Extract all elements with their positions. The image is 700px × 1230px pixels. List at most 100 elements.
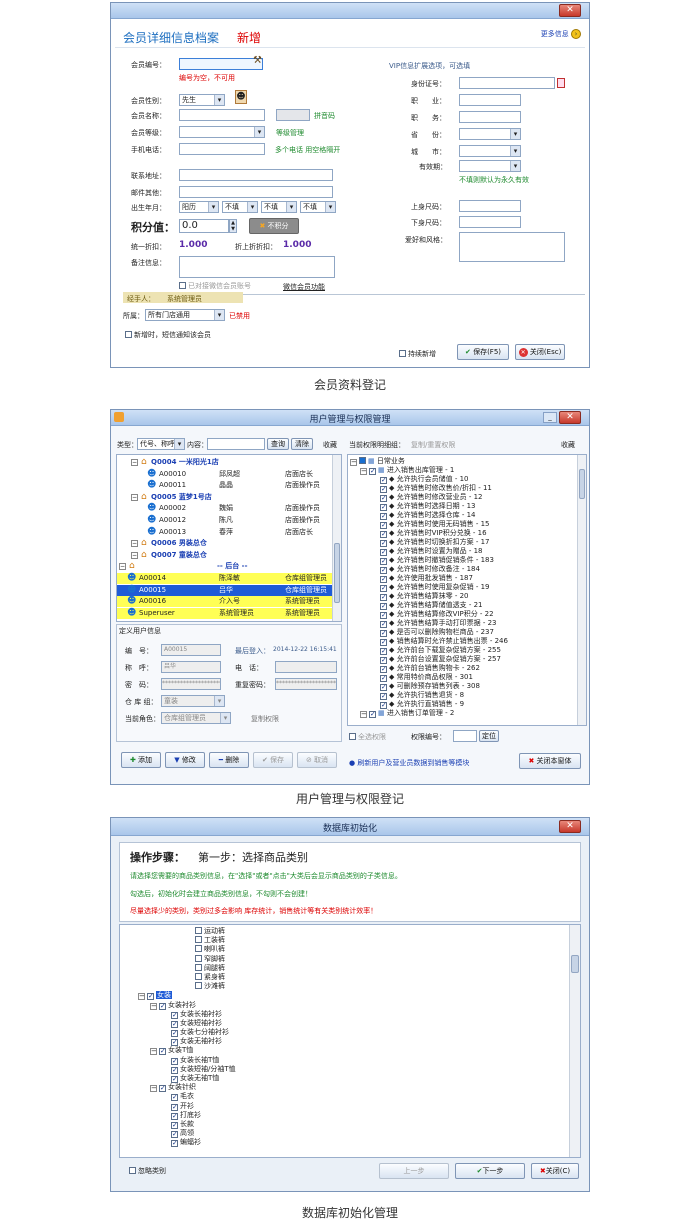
perm-checkbox[interactable]	[359, 457, 366, 464]
perm-root[interactable]: − ▦ 日常业务	[350, 457, 508, 466]
perm-copy-link[interactable]: 复制/重置权限	[411, 440, 455, 450]
perm-no-input[interactable]	[453, 730, 477, 742]
perm-group[interactable]: − ✓ ▦ 进入销售订单管理 - 2	[350, 709, 508, 718]
category-node[interactable]: 窄脚裤	[138, 954, 236, 964]
perm-checkbox[interactable]: ✓	[380, 666, 387, 673]
category-node[interactable]: ✓ 女装无袖T恤	[138, 1074, 236, 1083]
category-node[interactable]: ✓ 打底衫	[138, 1111, 236, 1120]
city-select[interactable]	[459, 145, 521, 157]
perm-item[interactable]: ✓ ◆ 允许销售时VIP积分兑换 - 16	[350, 529, 508, 538]
category-node[interactable]: ✓ 毛衣	[138, 1092, 236, 1102]
perm-checkbox[interactable]: ✓	[380, 567, 387, 574]
user-save-button[interactable]: ✔ 保存	[253, 752, 293, 768]
remark-input[interactable]	[179, 256, 335, 278]
tree-expander-icon[interactable]: −	[138, 993, 145, 1001]
perm-checkbox[interactable]: ✓	[380, 531, 387, 538]
perm-checkbox[interactable]: ✓	[380, 648, 387, 655]
perm-item[interactable]: ✓ ◆ 允许执行会员储值 - 10	[350, 475, 508, 484]
prev-button[interactable]: 上一步	[379, 1163, 449, 1179]
continue-add-checkbox[interactable]	[399, 350, 406, 357]
dbinit-close-button[interactable]: ✖关闭(C)	[531, 1163, 579, 1179]
member-no-input[interactable]	[179, 58, 263, 70]
wechat-bound-check[interactable]: 已对接微信会员账号	[179, 281, 251, 291]
perm-item[interactable]: ✓ ◆ 常用特价商品权限 - 301	[350, 673, 508, 682]
perm-item[interactable]: ✓ ◆ 允许执行销售退货 - 8	[350, 691, 508, 700]
ignore-checkbox[interactable]	[129, 1167, 136, 1174]
perm-checkbox[interactable]: ✓	[380, 702, 387, 709]
perm-checkbox[interactable]: ✓	[380, 513, 387, 520]
tree-expander-icon[interactable]: −	[150, 1002, 157, 1010]
sms-notify-check[interactable]: 新增时，短信通知该会员	[125, 330, 211, 340]
perm-item[interactable]: ✓ ◆ 是否可以删除购物栏商品 - 237	[350, 628, 508, 637]
birth-type-select[interactable]: 阳历	[179, 201, 219, 213]
category-node[interactable]: ✓ 女装无袖衬衫	[138, 1037, 236, 1047]
category-checkbox[interactable]	[195, 927, 202, 934]
category-checkbox[interactable]: ✓	[159, 1048, 166, 1056]
sms-notify-checkbox[interactable]	[125, 331, 132, 338]
close-button[interactable]: ✕ 关闭(Esc)	[515, 344, 565, 360]
category-node[interactable]: 喇叭裤	[138, 945, 236, 954]
perm-item[interactable]: ✓ ◆ 允许销售结算储值透支 - 21	[350, 601, 508, 610]
category-node[interactable]: ✓ 长款	[138, 1120, 236, 1129]
tree-user-row[interactable]: ☻ A00015 吕华 仓库组管理员	[117, 584, 333, 596]
category-node[interactable]: ✓ 蝙蝠衫	[138, 1138, 236, 1148]
birth-month-select[interactable]: 不填	[261, 201, 297, 213]
tree-user-row[interactable]: ☻ A00002 魏娟 店面操作员	[117, 503, 333, 514]
perm-checkbox[interactable]: ✓	[380, 612, 387, 619]
category-node[interactable]: 紧身裤	[138, 972, 236, 982]
query-button[interactable]: 查询	[267, 438, 289, 450]
perm-checkbox[interactable]: ✓	[380, 594, 387, 601]
user-tree-scroll-thumb[interactable]	[334, 543, 340, 603]
perm-checkbox[interactable]: ✓	[380, 477, 387, 484]
perm-item[interactable]: ✓ ◆ 允许销售时选择日期 - 13	[350, 502, 508, 511]
category-checkbox[interactable]: ✓	[171, 1020, 178, 1028]
perm-checkbox[interactable]: ✓	[369, 468, 376, 475]
gender-select[interactable]: 先生	[179, 94, 225, 106]
perm-item[interactable]: ✓ ◆ 允许使用批发销售 - 187	[350, 574, 508, 583]
perm-item[interactable]: ✓ ◆ 允许销售时修改备注 - 184	[350, 565, 508, 574]
add-button[interactable]: ✚ 添加	[121, 752, 161, 768]
perm-item[interactable]: ✓ ◆ 允许销售时修改售价/折扣 - 11	[350, 484, 508, 493]
category-node[interactable]: 工装裤	[138, 936, 236, 945]
close-form-button[interactable]: ✖ 关闭本窗体	[519, 753, 581, 769]
perm-checkbox[interactable]: ✓	[380, 684, 387, 691]
name-input[interactable]	[179, 109, 265, 121]
bottom-size-input[interactable]	[459, 216, 521, 228]
perm-checkbox[interactable]: ✓	[380, 504, 387, 511]
category-checkbox[interactable]: ✓	[171, 1030, 178, 1038]
top-size-input[interactable]	[459, 200, 521, 212]
category-checkbox[interactable]: ✓	[171, 1057, 178, 1065]
perm-checkbox[interactable]: ✓	[380, 540, 387, 547]
tree-user-row[interactable]: ☻ A00016 介入号 系统管理员	[117, 596, 333, 608]
perm-item[interactable]: ✓ ◆ 允许销售时修改营业员 - 12	[350, 493, 508, 502]
user-phone-input[interactable]	[275, 661, 337, 673]
pwd-input[interactable]: ********************	[161, 678, 221, 690]
perm-item[interactable]: ✓ ◆ 允许前台设置复杂促销方案 - 257	[350, 655, 508, 664]
points-spinner[interactable]: ▲ ▼	[229, 219, 237, 233]
level-select[interactable]	[179, 126, 265, 138]
type-select[interactable]: 代号、称呼	[137, 438, 185, 450]
category-checkbox[interactable]	[195, 963, 202, 971]
tree-expander-icon[interactable]: −	[360, 468, 367, 475]
category-checkbox[interactable]: ✓	[171, 1121, 178, 1129]
wechat-func-link[interactable]: 微信会员功能	[283, 282, 325, 292]
avatar-icon[interactable]: ☻	[235, 90, 247, 104]
perm-tree-scrollbar[interactable]	[577, 455, 586, 725]
tree-group-node[interactable]: − ⌂ -- 后台 --	[117, 561, 333, 572]
tree-user-row[interactable]: ☻ A00013 春萍 店面店长	[117, 527, 333, 538]
category-node[interactable]: ✓ 女装长袖T恤	[138, 1056, 236, 1065]
perm-item[interactable]: ✓ ◆ 可删除预存销售列表 - 308	[350, 682, 508, 691]
tree-user-row[interactable]: ☻ A00011 晶晶 店面操作员	[117, 480, 333, 491]
perm-item[interactable]: ✓ ◆ 允许销售时切换折扣方案 - 17	[350, 538, 508, 547]
category-tree-scroll-thumb[interactable]	[571, 955, 579, 973]
perm-item[interactable]: ✓ ◆ 允许销售结算修改VIP积分 - 22	[350, 610, 508, 619]
perm-item[interactable]: ✓ ◆ 允许销售时撤销促销条件 - 183	[350, 556, 508, 565]
perm-item[interactable]: ✓ ◆ 允许销售时使用复杂促销 - 19	[350, 583, 508, 592]
pinyin-input[interactable]	[276, 109, 310, 121]
store-select[interactable]: 所有门店通用	[145, 309, 225, 321]
category-node[interactable]: − ✓ 女装针织	[138, 1083, 236, 1093]
wechat-bound-checkbox[interactable]	[179, 282, 186, 289]
repwd-input[interactable]: ********************	[275, 678, 337, 690]
level-note[interactable]: 等级管理	[276, 128, 304, 138]
save-button[interactable]: ✔ 保存(F5)	[457, 344, 509, 360]
